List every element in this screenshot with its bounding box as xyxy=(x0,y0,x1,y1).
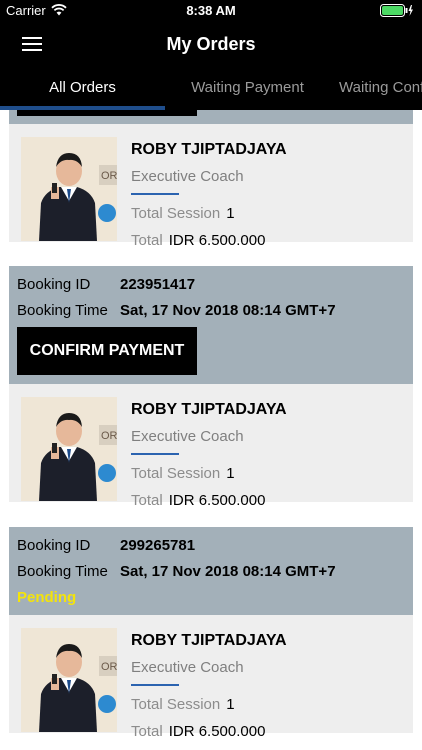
booking-id-value: 223951417 xyxy=(120,276,196,293)
coach-role: Executive Coach xyxy=(131,659,244,676)
booking-time-label: Booking Time xyxy=(17,302,108,319)
svg-text:ORG: ORG xyxy=(101,430,117,442)
total-label: Total xyxy=(131,232,163,249)
order-card-header: Booking ID 223951417 Booking Time Sat, 17 … xyxy=(9,266,413,384)
total-value: IDR 6.500.000 xyxy=(168,492,266,509)
order-card[interactable]: Booking ID 299265781 Booking Time Sat, 17 … xyxy=(9,527,413,740)
coach-name: ROBY TJIPTADJAYA xyxy=(131,141,287,158)
svg-text:ORG: ORG xyxy=(101,661,117,673)
total-session-label: Total Session xyxy=(131,465,221,482)
total-session-row: Total Session 1 xyxy=(131,465,235,482)
role-divider xyxy=(131,684,179,686)
total-session-row: Total Session 1 xyxy=(131,696,235,713)
order-card-header xyxy=(9,110,413,124)
total-session-row: Total Session 1 xyxy=(131,205,235,222)
confirm-payment-button-partial[interactable] xyxy=(17,110,197,116)
total-session-value: 1 xyxy=(226,465,235,482)
tab-waiting-payment[interactable]: Waiting Payment xyxy=(165,66,330,110)
booking-time-value: Sat, 17 Nov 2018 08:14 GMT+7 xyxy=(120,302,336,319)
confirm-payment-button[interactable]: CONFIRM PAYMENT xyxy=(17,327,197,375)
order-tabs: All Orders Waiting Payment Waiting Confi… xyxy=(0,66,422,110)
total-session-value: 1 xyxy=(226,205,235,222)
total-price-row: Total IDR 6.500.000 xyxy=(131,232,265,249)
booking-id-row: Booking ID 223951417 xyxy=(17,276,195,293)
coach-role: Executive Coach xyxy=(131,428,244,445)
order-card-body: ORG ROBY TJIPTADJAYA Executive Coach Tot… xyxy=(9,124,413,249)
coach-photo: ORG xyxy=(21,137,117,241)
order-card-header: Booking ID 299265781 Booking Time Sat, 17 … xyxy=(9,527,413,615)
coach-photo: ORG xyxy=(21,397,117,501)
coach-name: ROBY TJIPTADJAYA xyxy=(131,401,287,418)
booking-id-label: Booking ID xyxy=(17,537,91,554)
order-card-body: ORG ROBY TJIPTADJAYA Executive Coach Tot… xyxy=(9,615,413,740)
order-card[interactable]: Booking ID 223951417 Booking Time Sat, 17 … xyxy=(9,266,413,509)
clock: 8:38 AM xyxy=(186,3,236,18)
booking-id-label: Booking ID xyxy=(17,276,91,293)
total-label: Total xyxy=(131,723,163,740)
booking-time-row: Booking Time Sat, 17 Nov 2018 08:14 GMT+7 xyxy=(17,302,336,319)
tab-all-orders[interactable]: All Orders xyxy=(0,66,165,110)
total-price-row: Total IDR 6.500.000 xyxy=(131,492,265,509)
booking-id-value: 299265781 xyxy=(120,537,196,554)
total-price-row: Total IDR 6.500.000 xyxy=(131,723,265,740)
svg-text:ORG: ORG xyxy=(101,170,117,182)
booking-id-row: Booking ID 299265781 xyxy=(17,537,195,554)
order-card-body: ORG ROBY TJIPTADJAYA Executive Coach Tot… xyxy=(9,384,413,509)
order-card[interactable]: ORG ROBY TJIPTADJAYA Executive Coach Tot… xyxy=(9,110,413,249)
status-badge: Pending xyxy=(17,589,77,606)
role-divider xyxy=(131,193,179,195)
total-session-value: 1 xyxy=(226,696,235,713)
status-bar: Carrier 8:38 AM xyxy=(0,0,422,22)
total-value: IDR 6.500.000 xyxy=(168,232,266,249)
booking-time-value: Sat, 17 Nov 2018 08:14 GMT+7 xyxy=(120,563,336,580)
total-value: IDR 6.500.000 xyxy=(168,723,266,740)
coach-name: ROBY TJIPTADJAYA xyxy=(131,632,287,649)
booking-time-label: Booking Time xyxy=(17,563,108,580)
navigation-bar: My Orders xyxy=(0,22,422,66)
coach-role: Executive Coach xyxy=(131,168,244,185)
role-divider xyxy=(131,453,179,455)
total-session-label: Total Session xyxy=(131,696,221,713)
page-title: My Orders xyxy=(166,34,256,54)
tab-waiting-confirmation[interactable]: Waiting Confirmation xyxy=(330,66,422,110)
booking-time-row: Booking Time Sat, 17 Nov 2018 08:14 GMT+7 xyxy=(17,563,336,580)
order-list: ORG ROBY TJIPTADJAYA Executive Coach Tot… xyxy=(0,110,422,750)
battery-icon xyxy=(380,4,413,17)
total-session-label: Total Session xyxy=(131,205,221,222)
coach-photo: ORG xyxy=(21,628,117,732)
total-label: Total xyxy=(131,492,163,509)
